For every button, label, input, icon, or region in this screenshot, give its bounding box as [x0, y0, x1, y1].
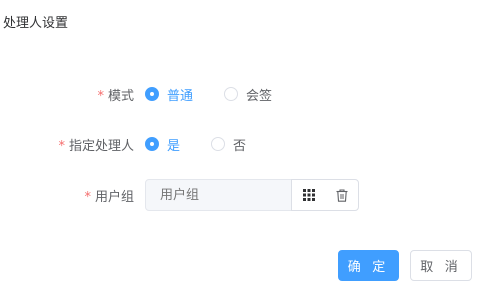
- clear-group-button[interactable]: [325, 180, 358, 210]
- radio-label: 会签: [246, 88, 273, 104]
- radio-label: 否: [233, 138, 247, 154]
- user-group-input[interactable]: [145, 179, 292, 211]
- mode-label: * 模式: [97, 85, 134, 104]
- radio-dot-icon: [224, 87, 238, 101]
- user-group-actions: [291, 179, 359, 211]
- radio-mode-cosign[interactable]: 会签: [224, 85, 272, 104]
- radio-assign-yes[interactable]: 是: [145, 135, 180, 154]
- radio-dot-icon: [145, 137, 159, 151]
- form-row-assign-handler: * 指定处理人 是 否: [0, 132, 499, 156]
- radio-assign-no[interactable]: 否: [211, 135, 246, 154]
- dialog-title: 处理人设置: [3, 16, 69, 31]
- radio-dot-icon: [145, 87, 159, 101]
- form-row-user-group: * 用户组: [0, 179, 499, 211]
- required-mark: *: [97, 88, 104, 104]
- user-group-label: * 用户组: [84, 186, 134, 205]
- required-mark: *: [84, 189, 91, 205]
- grid-icon: [302, 189, 315, 201]
- cancel-button[interactable]: 取 消: [410, 250, 472, 281]
- radio-label: 是: [167, 138, 181, 154]
- radio-label: 普通: [167, 88, 194, 104]
- confirm-button[interactable]: 确 定: [338, 250, 399, 281]
- form-row-mode: * 模式 普通 会签: [0, 82, 499, 106]
- radio-mode-normal[interactable]: 普通: [145, 85, 193, 104]
- trash-icon: [336, 188, 348, 202]
- user-group-label-text: 用户组: [94, 189, 134, 205]
- radio-dot-icon: [211, 137, 225, 151]
- required-mark: *: [58, 138, 65, 154]
- select-group-button[interactable]: [292, 180, 325, 210]
- mode-label-text: 模式: [107, 88, 134, 104]
- assign-handler-label-text: 指定处理人: [68, 138, 134, 154]
- assign-handler-label: * 指定处理人: [58, 135, 134, 154]
